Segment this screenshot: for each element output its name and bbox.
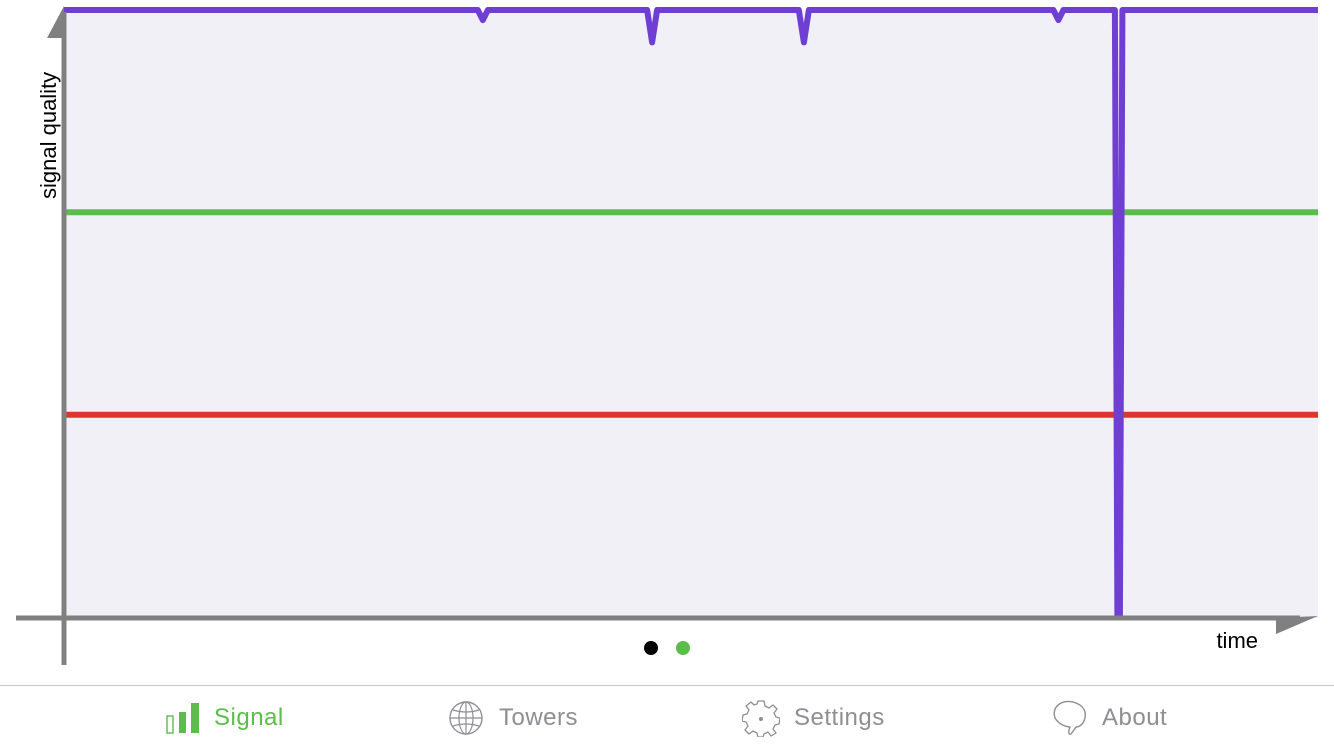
tab-settings-label: Settings — [794, 704, 885, 731]
tab-towers-label: Towers — [499, 704, 579, 731]
x-axis-arrow — [1276, 616, 1318, 634]
tab-signal[interactable]: Signal — [166, 686, 284, 750]
signal-screen: signal quality time Signal Towers Settin… — [0, 0, 1334, 750]
signal-bars-icon — [166, 702, 200, 734]
globe-icon — [447, 700, 485, 736]
tab-settings[interactable]: Settings — [742, 686, 885, 750]
page-indicator[interactable] — [0, 641, 1334, 657]
page-dot[interactable] — [676, 641, 690, 655]
signal-chart: signal quality time — [16, 6, 1318, 665]
y-axis-arrow — [47, 6, 64, 38]
tab-towers[interactable]: Towers — [447, 686, 578, 750]
gear-icon — [742, 699, 780, 737]
speech-bubble-icon — [1052, 700, 1088, 736]
tab-about-label: About — [1102, 704, 1168, 731]
tab-signal-label: Signal — [214, 704, 284, 731]
tab-about[interactable]: About — [1052, 686, 1167, 750]
y-axis-label: signal quality — [36, 72, 61, 199]
tab-bar: Signal Towers Settings About — [0, 685, 1334, 750]
page-dot[interactable] — [644, 641, 658, 655]
plot-area — [64, 10, 1318, 618]
